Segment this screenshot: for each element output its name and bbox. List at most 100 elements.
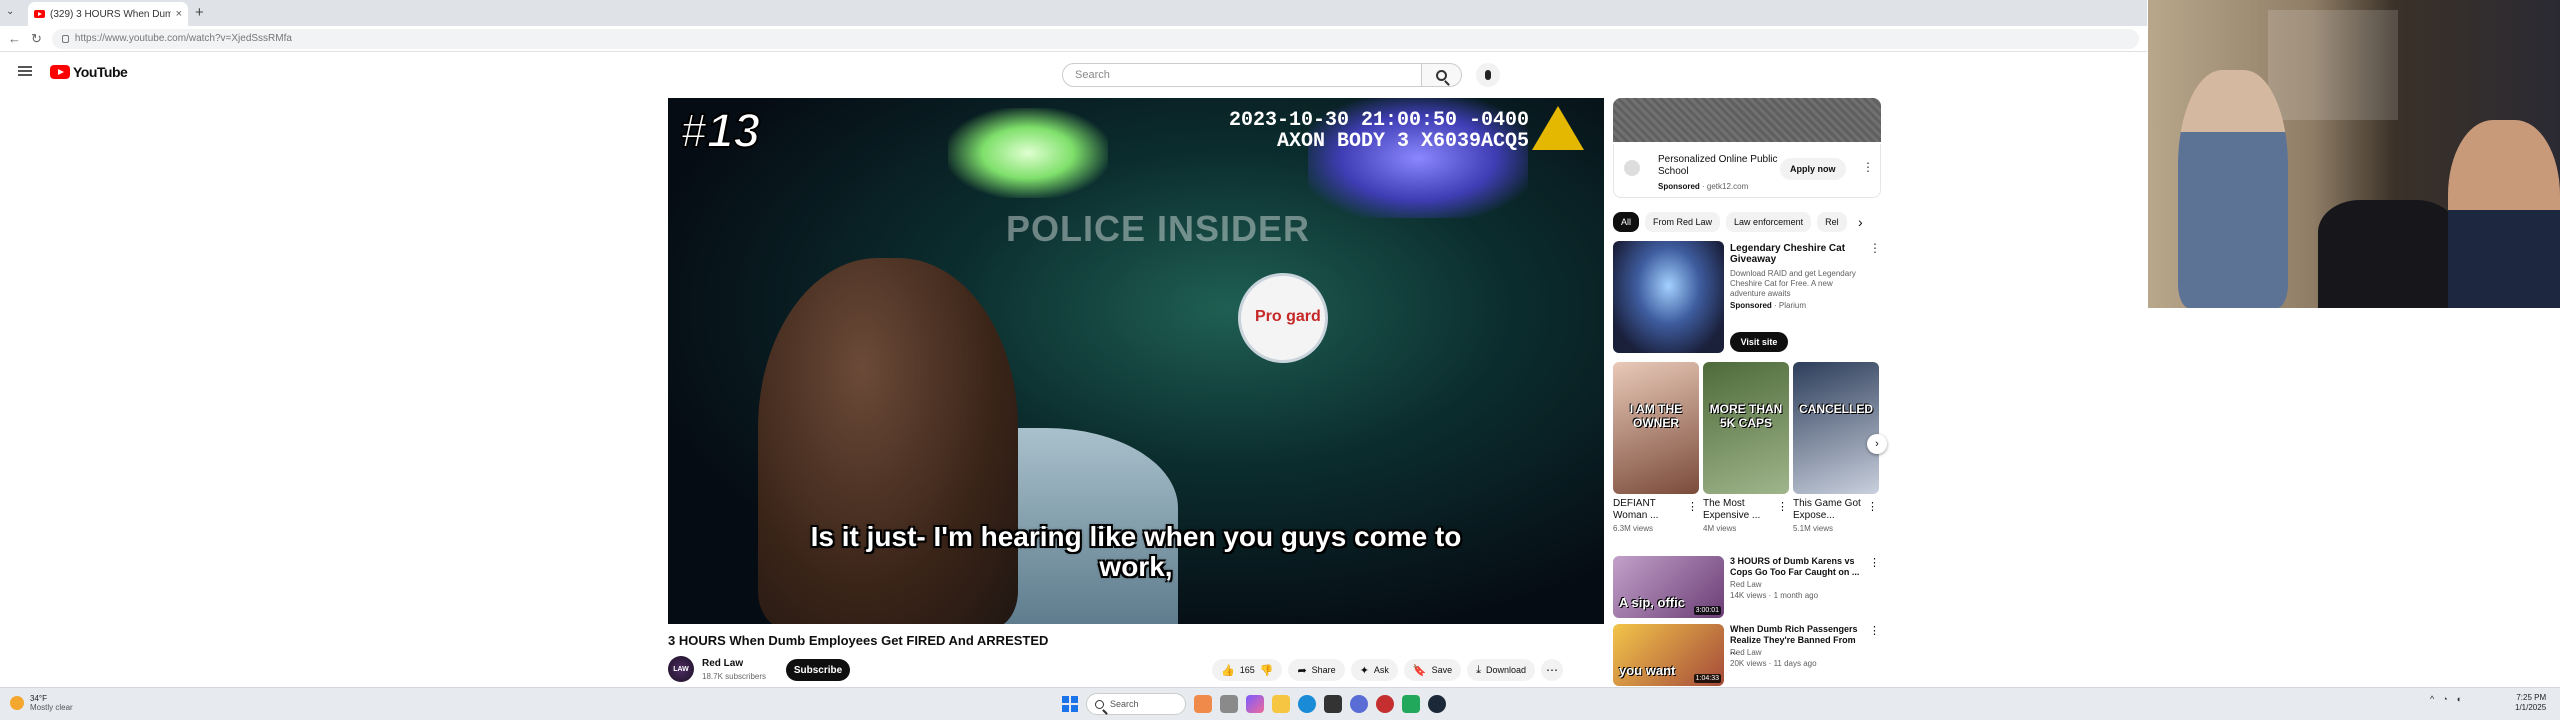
share-label: Share xyxy=(1311,665,1336,675)
tab-menu-icon[interactable]: ⌄ xyxy=(6,6,14,17)
clock-time: 7:25 PM xyxy=(2516,693,2547,702)
ask-button[interactable]: ✦ Ask xyxy=(1350,659,1398,681)
save-button[interactable]: 🔖 Save xyxy=(1403,659,1462,681)
short-title: The Most Expensive ... xyxy=(1703,498,1761,521)
menu-icon[interactable] xyxy=(18,66,32,76)
start-button-icon[interactable] xyxy=(1062,696,1078,712)
weather-widget[interactable]: 34°F Mostly clear xyxy=(10,694,73,712)
search-input[interactable]: Search xyxy=(1062,63,1422,87)
shorts-shelf: I AM THE OWNER DEFIANT Woman ... 6.3M vi… xyxy=(1613,362,1883,542)
recommended-thumbnail[interactable]: 1:04:33 you want xyxy=(1613,624,1724,686)
network-icon[interactable]: ◔ xyxy=(2442,694,2447,704)
weather-temp: 34°F xyxy=(30,694,47,703)
weather-moon-icon xyxy=(10,696,24,710)
video-player[interactable]: Pro gard #13 2023-10-30 21:00:50 -0400 A… xyxy=(668,98,1604,624)
more-actions-icon[interactable]: ⋯ xyxy=(1541,659,1564,681)
recommended-video[interactable]: 1:04:33 you want When Dumb Rich Passenge… xyxy=(1613,624,1881,688)
recommended-thumbnail-text: you want xyxy=(1619,663,1676,678)
recommended-thumbnail[interactable]: 3:00:01 A sip, offic xyxy=(1613,556,1724,618)
bookmark-icon: 🔖 xyxy=(1412,664,1427,677)
short-item[interactable]: MORE THAN 5K CAPS The Most Expensive ...… xyxy=(1703,362,1789,533)
short-item[interactable]: I AM THE OWNER DEFIANT Woman ... 6.3M vi… xyxy=(1613,362,1699,533)
visit-site-button[interactable]: Visit site xyxy=(1730,332,1788,352)
short-thumbnail[interactable]: I AM THE OWNER xyxy=(1613,362,1699,494)
sponsored-more-icon[interactable]: ⋮ xyxy=(1869,241,1881,255)
ad-more-icon[interactable]: ⋮ xyxy=(1862,160,1874,174)
channel-watermark: POLICE INSIDER xyxy=(1006,208,1311,249)
save-label: Save xyxy=(1431,665,1453,675)
address-bar-row: ← ↻ https://www.youtube.com/watch?v=Xjed… xyxy=(0,26,2147,52)
taskbar-widget-icon[interactable] xyxy=(1194,695,1212,713)
short-thumbnail[interactable]: MORE THAN 5K CAPS xyxy=(1703,362,1789,494)
volume-icon[interactable]: ◖ xyxy=(2456,694,2461,704)
steam-icon[interactable] xyxy=(1428,695,1446,713)
subscribe-button[interactable]: Subscribe xyxy=(786,659,850,681)
system-tray: ^ ◔ ◖ xyxy=(2430,694,2461,704)
chip-from-red-law[interactable]: From Red Law xyxy=(1645,212,1721,232)
like-dislike-button[interactable]: 👍 165 👎 xyxy=(1212,659,1283,681)
chip-law-enforcement[interactable]: Law enforcement xyxy=(1726,212,1812,232)
axon-logo-icon xyxy=(1532,106,1584,150)
chevron-right-icon[interactable]: › xyxy=(1858,214,1863,230)
ad-card[interactable]: Personalized Online Public School Sponso… xyxy=(1613,144,1881,198)
youtube-wordmark: YouTube xyxy=(73,64,128,80)
ad-sponsored-label: Sponsored xyxy=(1658,182,1700,191)
download-button[interactable]: ⤓ Download xyxy=(1467,659,1536,681)
short-item[interactable]: CANCELLED This Game Got Expose... 5.1M v… xyxy=(1793,362,1879,533)
short-more-icon[interactable]: ⋮ xyxy=(1687,500,1698,513)
ad-domain: getk12.com xyxy=(1706,182,1749,191)
channel-name[interactable]: Red Law xyxy=(702,658,743,669)
download-icon: ⤓ xyxy=(1476,663,1482,676)
channel-avatar[interactable]: LAW xyxy=(668,656,694,682)
recommended-more-icon[interactable]: ⋮ xyxy=(1869,556,1880,569)
sponsored-card[interactable]: Legendary Cheshire Cat Giveaway Download… xyxy=(1613,241,1881,353)
new-tab-button[interactable]: + xyxy=(195,4,204,21)
url-text: https://www.youtube.com/watch?v=XjedSssR… xyxy=(74,33,292,44)
chip-all[interactable]: All xyxy=(1613,212,1640,232)
active-app-icon[interactable] xyxy=(1402,695,1420,713)
edge-icon[interactable] xyxy=(1298,695,1316,713)
shorts-next-button[interactable]: › xyxy=(1867,434,1887,454)
windows-taskbar: 34°F Mostly clear Search ^ ◔ ◖ 7:25 PM 1… xyxy=(0,687,2560,720)
search-button[interactable] xyxy=(1422,63,1462,87)
sponsored-description: Download RAID and get Legendary Cheshire… xyxy=(1730,269,1856,298)
short-more-icon[interactable]: ⋮ xyxy=(1777,500,1788,513)
taskbar-clock[interactable]: 7:25 PM 1/1/2025 xyxy=(2515,693,2546,713)
voice-search-button[interactable] xyxy=(1476,63,1500,87)
tray-chevron-icon[interactable]: ^ xyxy=(2430,694,2434,704)
apply-now-button[interactable]: Apply now xyxy=(1780,158,1846,180)
short-thumbnail[interactable]: CANCELLED xyxy=(1793,362,1879,494)
task-view-icon[interactable] xyxy=(1220,695,1238,713)
progard-sticker: Pro gard xyxy=(1238,273,1328,363)
webcam-background-window xyxy=(2268,10,2398,120)
short-thumbnail-text: MORE THAN 5K CAPS xyxy=(1709,402,1783,430)
recommended-more-icon[interactable]: ⋮ xyxy=(1869,624,1880,637)
store-icon[interactable] xyxy=(1324,695,1342,713)
ad-banner-image[interactable] xyxy=(1613,98,1881,142)
taskbar-search[interactable]: Search xyxy=(1086,693,1186,715)
ad-meta: Sponsored · getk12.com xyxy=(1658,182,1749,191)
close-tab-icon[interactable]: × xyxy=(176,8,182,20)
sponsored-thumbnail[interactable] xyxy=(1613,241,1724,353)
url-field[interactable]: https://www.youtube.com/watch?v=XjedSssR… xyxy=(51,28,2139,49)
taskbar-center: Search xyxy=(1062,693,1446,715)
recommended-video[interactable]: 3:00:01 A sip, offic 3 HOURS of Dumb Kar… xyxy=(1613,556,1881,620)
recommended-channel: Red Law xyxy=(1730,648,1762,657)
share-button[interactable]: ➦ Share xyxy=(1288,659,1345,681)
file-explorer-icon[interactable] xyxy=(1272,695,1290,713)
back-icon[interactable]: ← xyxy=(8,31,21,46)
ad-title: Personalized Online Public School xyxy=(1658,154,1778,177)
video-caption: Is it just- I'm hearing like when you gu… xyxy=(668,522,1604,582)
active-tab[interactable]: (329) 3 HOURS When Dumb E × xyxy=(28,2,188,26)
short-more-icon[interactable]: ⋮ xyxy=(1867,500,1878,513)
short-title: DEFIANT Woman ... xyxy=(1613,498,1659,521)
copilot-icon[interactable] xyxy=(1246,695,1264,713)
chrome-profile-icon[interactable] xyxy=(1350,695,1368,713)
youtube-logo[interactable]: YouTube xyxy=(50,64,128,80)
sticker-text: Pro gard xyxy=(1255,308,1321,325)
thumbs-down-icon[interactable]: 👎 xyxy=(1260,664,1274,677)
reload-icon[interactable]: ↻ xyxy=(31,31,42,47)
chip-related[interactable]: Rel xyxy=(1817,212,1847,232)
app-icon[interactable] xyxy=(1376,695,1394,713)
video-duration: 1:04:33 xyxy=(1693,674,1721,683)
